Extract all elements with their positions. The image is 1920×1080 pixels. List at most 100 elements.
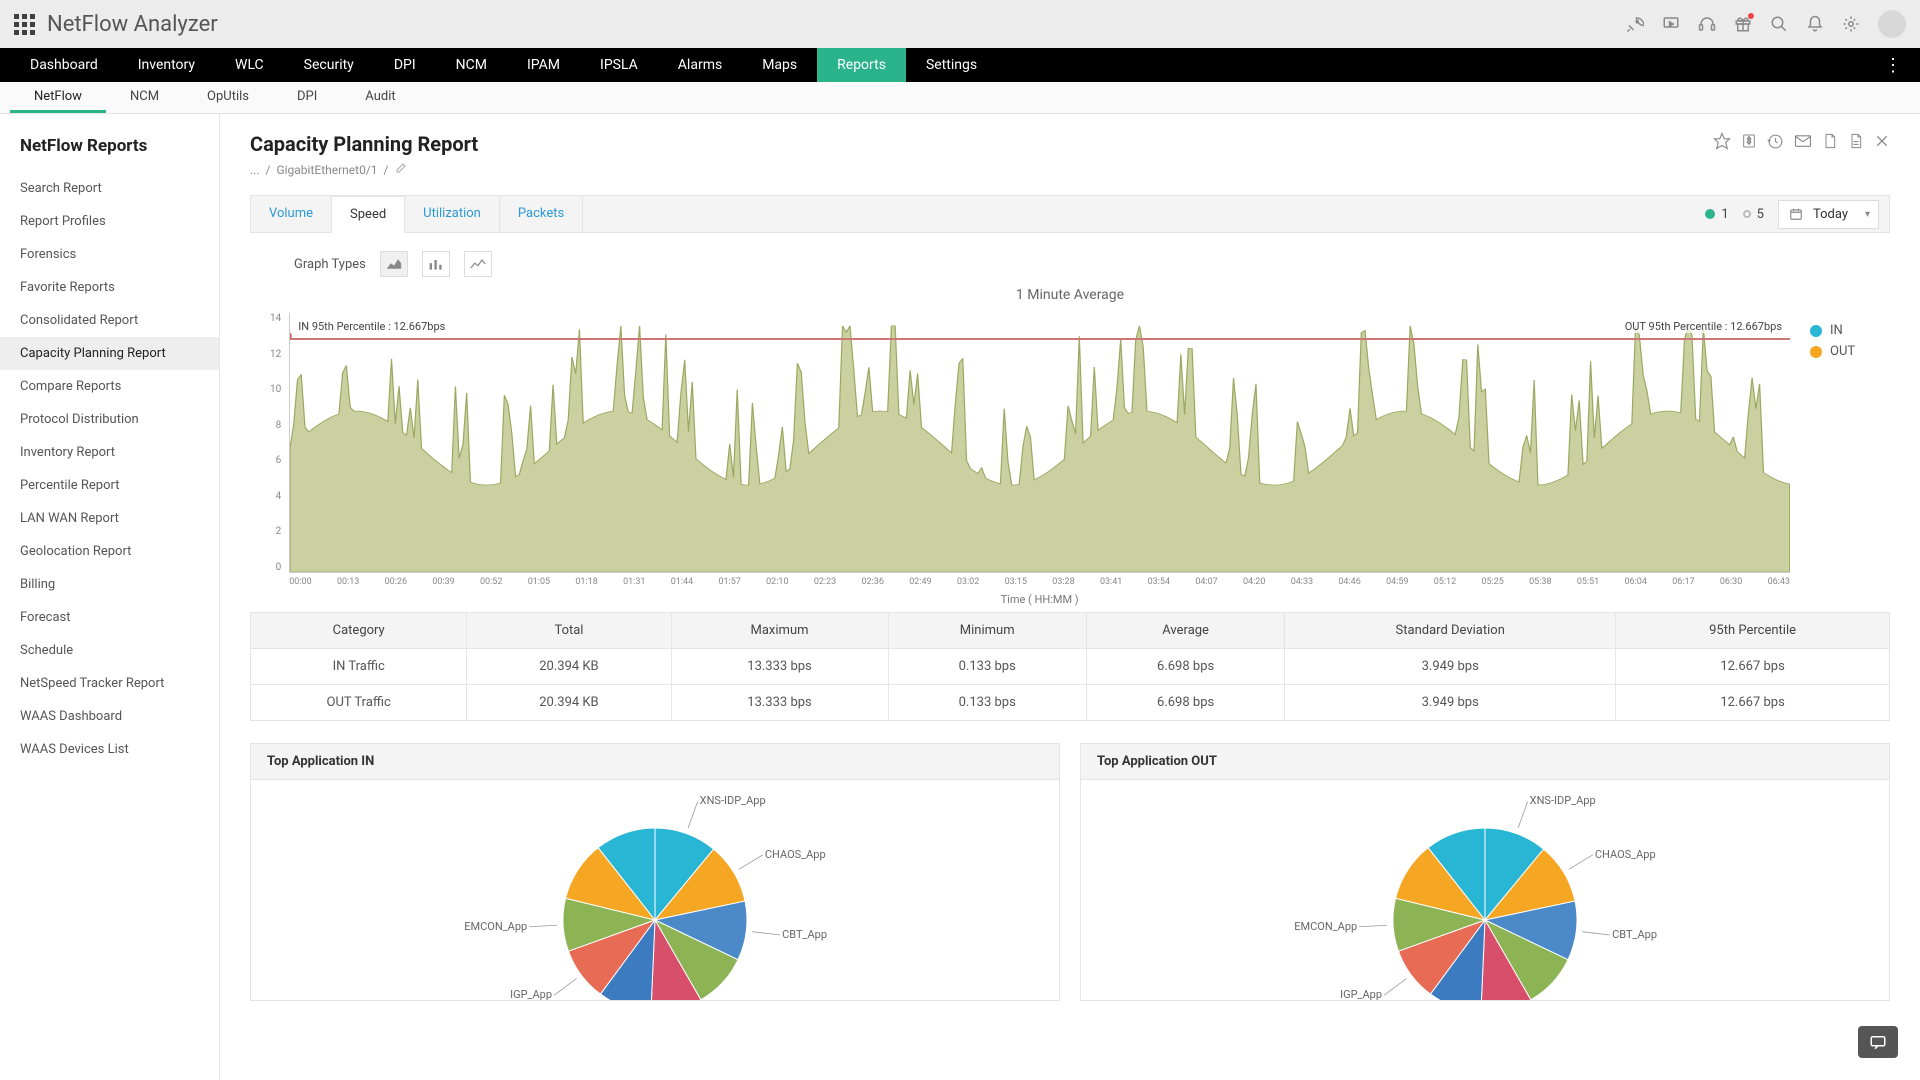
subnav-item-ncm[interactable]: NCM [106, 82, 183, 113]
sidebar-item[interactable]: Percentile Report [0, 469, 219, 502]
mainnav-item-inventory[interactable]: Inventory [118, 48, 215, 82]
panel-top-app-in: Top Application IN XNS-IDP_App11%CHAOS_A… [250, 743, 1060, 1001]
topbar-left: NetFlow Analyzer [14, 12, 218, 37]
report-tab-speed[interactable]: Speed [332, 196, 405, 233]
sidebar-item[interactable]: Schedule [0, 634, 219, 667]
sidebar-item[interactable]: Compare Reports [0, 370, 219, 403]
pie-chart-in: XNS-IDP_App11%CHAOS_App10.7%CBT_App10.4%… [525, 780, 785, 1000]
sidebar-item[interactable]: Billing [0, 568, 219, 601]
legend-in[interactable]: IN [1810, 323, 1870, 338]
sidebar-item[interactable]: Geolocation Report [0, 535, 219, 568]
interval-1[interactable]: 1 [1705, 207, 1728, 222]
report-tab-utilization[interactable]: Utilization [405, 196, 500, 232]
mainnav-item-maps[interactable]: Maps [742, 48, 817, 82]
sidebar-item[interactable]: LAN WAN Report [0, 502, 219, 535]
page-title: Capacity Planning Report [250, 132, 478, 156]
calendar-icon [1789, 207, 1803, 221]
sidebar-item[interactable]: Inventory Report [0, 436, 219, 469]
graph-type-line[interactable] [464, 251, 492, 277]
sidebar-item[interactable]: Capacity Planning Report [0, 337, 219, 370]
sidebar-item[interactable]: NetSpeed Tracker Report [0, 667, 219, 700]
pie-slice-label: CBT_App [782, 928, 827, 941]
graph-type-bar[interactable] [422, 251, 450, 277]
mainnav-item-ncm[interactable]: NCM [436, 48, 507, 82]
avatar[interactable] [1878, 10, 1906, 38]
pie-chart-out: XNS-IDP_App11%CHAOS_App10.7%CBT_App10.4%… [1355, 780, 1615, 1000]
percentile-line [290, 338, 1790, 340]
edit-icon[interactable] [395, 162, 407, 177]
close-icon[interactable] [1874, 133, 1890, 149]
more-menu-icon[interactable]: ⋮ [1876, 55, 1910, 76]
mainnav-item-ipam[interactable]: IPAM [507, 48, 580, 82]
star-icon[interactable] [1713, 132, 1731, 150]
headset-icon[interactable] [1698, 15, 1716, 33]
breadcrumb: ... / GigabitEthernet0/1 / [250, 162, 478, 177]
period-label: Today [1813, 207, 1848, 222]
gift-icon[interactable] [1734, 15, 1752, 33]
breadcrumb-device: ... [250, 163, 260, 177]
history-icon[interactable] [1767, 133, 1784, 150]
sidebar-item[interactable]: Report Profiles [0, 205, 219, 238]
apps-grid-icon[interactable] [14, 14, 35, 35]
table-row: OUT Traffic20.394 KB13.333 bps0.133 bps6… [251, 685, 1890, 721]
graph-types: Graph Types [294, 251, 1890, 277]
sidebar-item[interactable]: Consolidated Report [0, 304, 219, 337]
breadcrumb-interface: GigabitEthernet0/1 [276, 163, 377, 177]
subnav: NetFlowNCMOpUtilsDPIAudit [0, 82, 1920, 114]
sidebar-item[interactable]: Protocol Distribution [0, 403, 219, 436]
report-tab-packets[interactable]: Packets [500, 196, 583, 232]
mainnav-item-reports[interactable]: Reports [817, 48, 906, 82]
bell-icon[interactable] [1806, 15, 1824, 33]
chart-xlabel: Time ( HH:MM ) [289, 593, 1790, 606]
mainnav-item-ipsla[interactable]: IPSLA [580, 48, 658, 82]
topbar-right [1626, 10, 1906, 38]
sidebar: NetFlow Reports Search ReportReport Prof… [0, 114, 220, 1080]
mail-icon[interactable] [1794, 132, 1812, 150]
rocket-icon[interactable] [1626, 15, 1644, 33]
pie-slice-label: CBT_App [1612, 928, 1657, 941]
gear-icon[interactable] [1842, 15, 1860, 33]
sidebar-item[interactable]: Search Report [0, 172, 219, 205]
panel-top-app-out: Top Application OUT XNS-IDP_App11%CHAOS_… [1080, 743, 1890, 1001]
billing-icon[interactable]: $ [1741, 133, 1757, 149]
pdf-icon[interactable] [1822, 133, 1838, 149]
legend-out[interactable]: OUT [1810, 344, 1870, 359]
chart-plot: IN 95th Percentile : 12.667bps OUT 95th … [289, 313, 1790, 573]
chart-title: 1 Minute Average [250, 287, 1890, 303]
presentation-icon[interactable] [1662, 15, 1680, 33]
report-tab-row: VolumeSpeedUtilizationPackets 1 5 Today [250, 195, 1890, 233]
chat-fab-icon[interactable] [1858, 1026, 1898, 1058]
mainnav-item-wlc[interactable]: WLC [215, 48, 284, 82]
chart-legend: IN OUT [1790, 313, 1870, 606]
sidebar-item[interactable]: Forensics [0, 238, 219, 271]
subnav-item-dpi[interactable]: DPI [273, 82, 341, 113]
sidebar-item[interactable]: Favorite Reports [0, 271, 219, 304]
mainnav-item-settings[interactable]: Settings [906, 48, 997, 82]
graph-types-label: Graph Types [294, 257, 366, 272]
mainnav: DashboardInventoryWLCSecurityDPINCMIPAMI… [0, 48, 1920, 82]
mainnav-item-dpi[interactable]: DPI [374, 48, 436, 82]
subnav-item-oputils[interactable]: OpUtils [183, 82, 273, 113]
pie-slice-label: EMCON_App [459, 920, 527, 933]
sidebar-item[interactable]: Forecast [0, 601, 219, 634]
header-action-icons: $ [1713, 132, 1890, 150]
sidebar-item[interactable]: WAAS Dashboard [0, 700, 219, 733]
subnav-item-audit[interactable]: Audit [341, 82, 419, 113]
interval-5[interactable]: 5 [1743, 207, 1764, 222]
report-tab-volume[interactable]: Volume [251, 196, 332, 232]
csv-icon[interactable] [1848, 133, 1864, 149]
graph-type-area[interactable] [380, 251, 408, 277]
search-icon[interactable] [1770, 15, 1788, 33]
panel-header: Top Application OUT [1081, 744, 1889, 780]
chart-xaxis: 00:0000:1300:2600:3900:5201:0501:1801:31… [289, 577, 1790, 587]
subnav-item-netflow[interactable]: NetFlow [10, 82, 106, 113]
mainnav-item-security[interactable]: Security [284, 48, 374, 82]
sidebar-item[interactable]: WAAS Devices List [0, 733, 219, 766]
period-select[interactable]: Today [1778, 200, 1879, 229]
mainnav-item-alarms[interactable]: Alarms [658, 48, 742, 82]
percentile-label-out: OUT 95th Percentile : 12.667bps [1623, 320, 1784, 333]
mainnav-item-dashboard[interactable]: Dashboard [10, 48, 118, 82]
chart-yaxis: 14121086420 [270, 313, 289, 573]
table-row: IN Traffic20.394 KB13.333 bps0.133 bps6.… [251, 649, 1890, 685]
percentile-label-in: IN 95th Percentile : 12.667bps [296, 320, 447, 333]
